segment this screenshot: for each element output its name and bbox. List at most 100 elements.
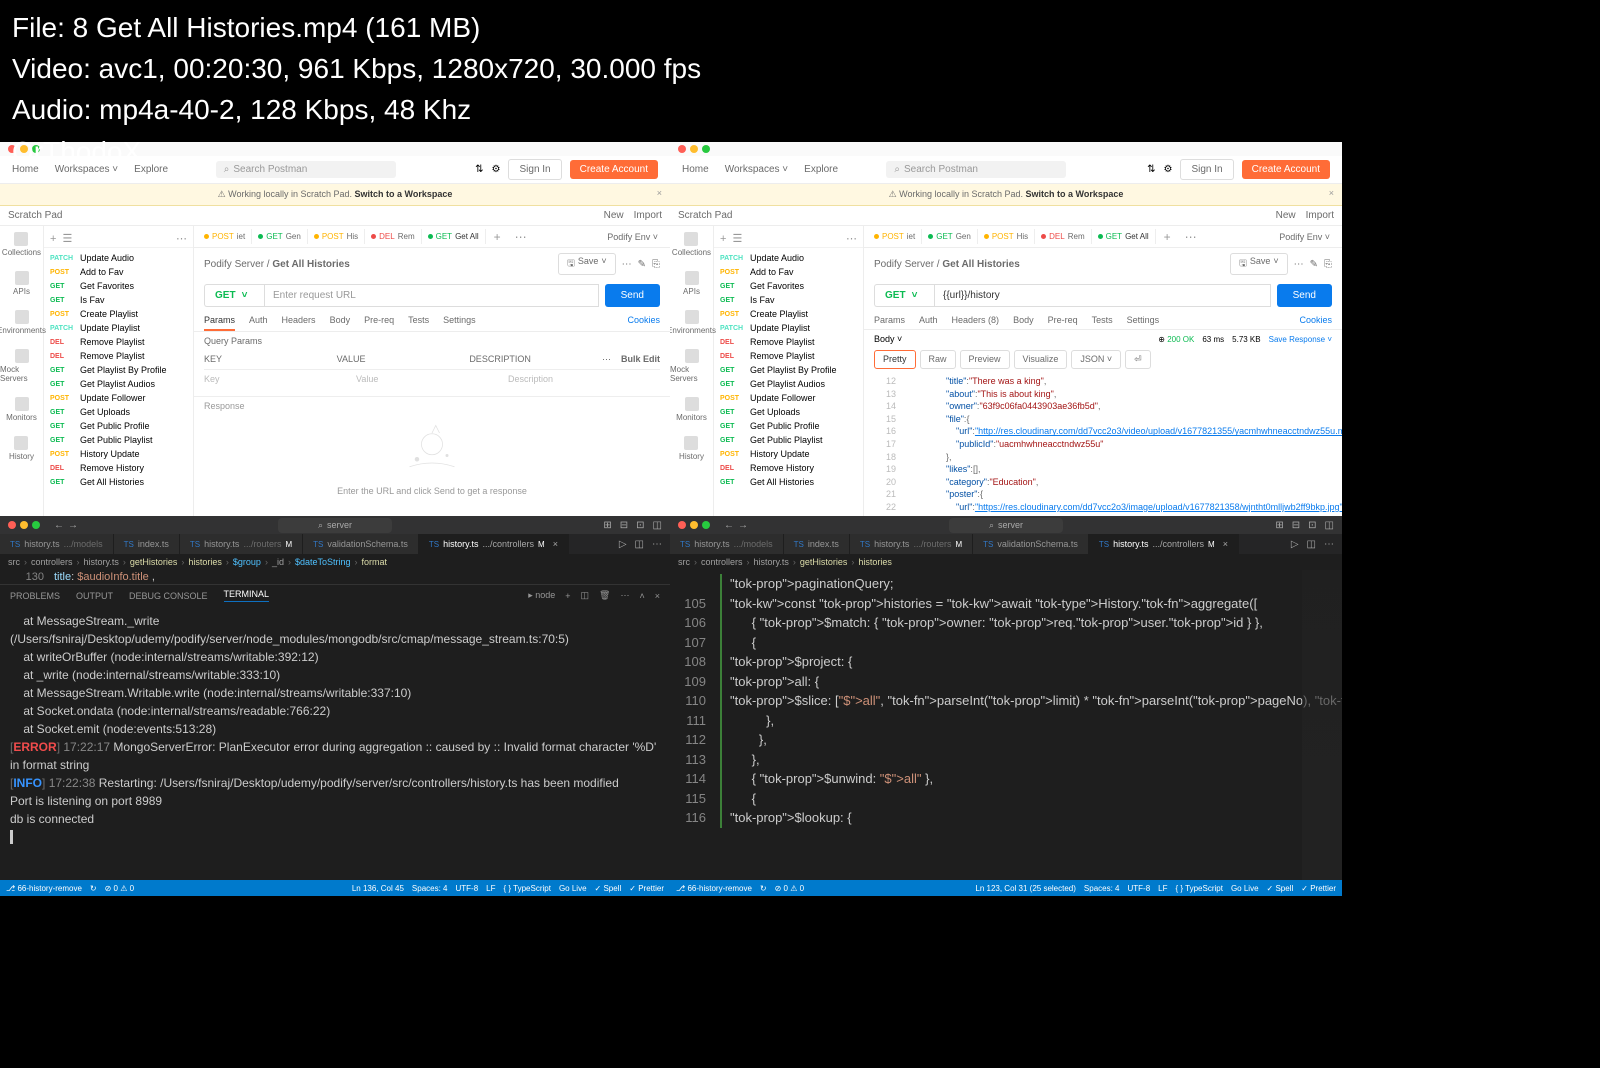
run-icon[interactable]: ▷ bbox=[619, 539, 627, 550]
more-icon[interactable]: ⋯ bbox=[846, 232, 857, 245]
request-tab[interactable]: GET Get All bbox=[422, 229, 486, 244]
comment-icon[interactable]: ✎ bbox=[1310, 259, 1318, 270]
reqtab[interactable]: Headers (8) bbox=[952, 315, 1000, 329]
editor-tab[interactable]: TS index.ts bbox=[114, 534, 180, 554]
more-icon[interactable]: ⋯ bbox=[652, 539, 662, 550]
close-icon[interactable]: × bbox=[655, 591, 660, 601]
code-editor[interactable]: "tok-prop">paginationQuery;105 "tok-kw">… bbox=[670, 570, 1342, 880]
command-center[interactable]: ⌕ server bbox=[949, 518, 1063, 533]
comment-icon[interactable]: ✎ bbox=[638, 259, 646, 270]
signin-button[interactable]: Sign In bbox=[1180, 159, 1233, 180]
editor-tab[interactable]: TS validationSchema.ts bbox=[303, 534, 419, 554]
layout-icon[interactable]: ⊡ bbox=[636, 520, 644, 531]
plus-icon[interactable]: + bbox=[565, 591, 570, 601]
close-icon[interactable] bbox=[8, 521, 16, 529]
request-tab[interactable]: GET Gen bbox=[922, 229, 978, 244]
sidebar-item[interactable]: GETGet Public Playlist bbox=[714, 433, 863, 447]
editor-breadcrumb[interactable]: src › controllers › history.ts › getHist… bbox=[670, 554, 1342, 570]
more-icon[interactable]: ⋯ bbox=[1294, 259, 1304, 270]
sidebar-item[interactable]: GETGet Playlist Audios bbox=[44, 377, 193, 391]
plus-icon[interactable]: + bbox=[50, 233, 56, 245]
tab-terminal[interactable]: TERMINAL bbox=[224, 589, 270, 602]
sidebar-item[interactable]: POSTCreate Playlist bbox=[44, 307, 193, 321]
more-icon[interactable]: ⋯ bbox=[176, 232, 187, 245]
request-tab[interactable]: GET Get All bbox=[1092, 229, 1156, 244]
cookies-link[interactable]: Cookies bbox=[627, 315, 660, 331]
editor-tab[interactable]: TS history.ts .../models bbox=[670, 534, 784, 554]
create-account-button[interactable]: Create Account bbox=[1242, 160, 1330, 179]
leftnav-apis[interactable]: APIs bbox=[13, 271, 30, 296]
sidebar-item[interactable]: GETGet All Histories bbox=[44, 475, 193, 489]
sidebar-item[interactable]: GETIs Fav bbox=[714, 293, 863, 307]
new-button[interactable]: New bbox=[604, 210, 624, 221]
sidebar-item[interactable]: POSTAdd to Fav bbox=[714, 265, 863, 279]
leftnav-environments[interactable]: Environments bbox=[0, 310, 46, 335]
share-icon[interactable]: ⎘ bbox=[652, 259, 660, 270]
layout-icon[interactable]: ⊡ bbox=[1308, 520, 1316, 531]
viewtab-visualize[interactable]: Visualize bbox=[1014, 350, 1068, 369]
notifications-icon[interactable]: ⇅ bbox=[1147, 164, 1155, 175]
tab-more-icon[interactable]: ⋯ bbox=[1179, 230, 1203, 244]
viewtab-raw[interactable]: Raw bbox=[920, 350, 956, 369]
reqtab[interactable]: Settings bbox=[1127, 315, 1160, 329]
trash-icon[interactable]: 🗑 bbox=[599, 590, 610, 601]
sidebar-item[interactable]: GETGet Public Profile bbox=[714, 419, 863, 433]
request-tab[interactable]: GET Gen bbox=[252, 229, 308, 244]
nav-back-icon[interactable]: ← bbox=[54, 520, 64, 531]
run-icon[interactable]: ▷ bbox=[1291, 539, 1299, 550]
sidebar-item[interactable]: GETGet Favorites bbox=[714, 279, 863, 293]
leftnav-mock-servers[interactable]: Mock Servers bbox=[670, 349, 713, 383]
editor-tab[interactable]: TS history.ts .../routers M bbox=[850, 534, 973, 554]
reqtab-body[interactable]: Body bbox=[330, 315, 351, 331]
method-select[interactable]: GET ˅ bbox=[874, 284, 934, 307]
sidebar-item[interactable]: POSTHistory Update bbox=[44, 447, 193, 461]
save-response-button[interactable]: Save Response ˅ bbox=[1269, 335, 1332, 344]
minimize-icon[interactable] bbox=[690, 521, 698, 529]
bulk-edit-button[interactable]: Bulk Edit bbox=[621, 354, 660, 365]
environment-select[interactable]: Podify Env ˅ bbox=[607, 232, 666, 242]
reqtab-params[interactable]: Params bbox=[204, 315, 235, 331]
sidebar-item[interactable]: POSTUpdate Follower bbox=[44, 391, 193, 405]
more-icon[interactable]: ⋯ bbox=[1324, 539, 1334, 550]
wrap-icon[interactable]: ⏎ bbox=[1125, 350, 1151, 369]
split-icon[interactable]: ◫ bbox=[1307, 539, 1316, 550]
sidebar-item[interactable]: PATCHUpdate Audio bbox=[714, 251, 863, 265]
sidebar-item[interactable]: PATCHUpdate Playlist bbox=[714, 321, 863, 335]
reqtab-tests[interactable]: Tests bbox=[408, 315, 429, 331]
reqtab-auth[interactable]: Auth bbox=[249, 315, 268, 331]
sidebar-item[interactable]: GETGet All Histories bbox=[714, 475, 863, 489]
close-icon[interactable]: × bbox=[657, 188, 662, 198]
tab-debug-console[interactable]: DEBUG CONSOLE bbox=[129, 591, 208, 601]
search-input[interactable]: ⌕ Search Postman bbox=[886, 161, 1066, 178]
url-input[interactable]: {{url}}/history bbox=[934, 284, 1271, 307]
close-icon[interactable] bbox=[678, 521, 686, 529]
request-tab[interactable]: POST His bbox=[978, 229, 1035, 244]
sidebar-item[interactable]: POSTUpdate Follower bbox=[714, 391, 863, 405]
sync-icon[interactable]: ↻ bbox=[90, 884, 97, 893]
layout-icon[interactable]: ◫ bbox=[1325, 520, 1334, 531]
method-select[interactable]: GET ˅ bbox=[204, 284, 264, 307]
minimize-icon[interactable] bbox=[20, 521, 28, 529]
leftnav-monitors[interactable]: Monitors bbox=[6, 397, 37, 422]
new-tab-button[interactable]: + bbox=[1158, 230, 1177, 244]
leftnav-collections[interactable]: Collections bbox=[2, 232, 41, 257]
sidebar-item[interactable]: GETGet Playlist Audios bbox=[714, 377, 863, 391]
share-icon[interactable]: ⎘ bbox=[1324, 259, 1332, 270]
send-button[interactable]: Send bbox=[605, 284, 660, 307]
url-input[interactable]: Enter request URL bbox=[264, 284, 599, 307]
sidebar-item[interactable]: GETGet Playlist By Profile bbox=[714, 363, 863, 377]
tab-problems[interactable]: PROBLEMS bbox=[10, 591, 60, 601]
editor-tab[interactable]: TS index.ts bbox=[784, 534, 850, 554]
more-icon[interactable]: ⋯ bbox=[602, 354, 611, 365]
split-icon[interactable]: ◫ bbox=[581, 590, 590, 601]
request-tab[interactable]: DEL Rem bbox=[365, 229, 421, 244]
sidebar-item[interactable]: GETGet Public Playlist bbox=[44, 433, 193, 447]
tab-more-icon[interactable]: ⋯ bbox=[509, 230, 533, 244]
editor-tab[interactable]: TS history.ts .../routers M bbox=[180, 534, 303, 554]
save-button[interactable]: 🖫 Save ˅ bbox=[558, 253, 615, 275]
request-tab[interactable]: POST iet bbox=[198, 229, 252, 244]
reqtab-headers[interactable]: Headers bbox=[282, 315, 316, 331]
leftnav-history[interactable]: History bbox=[9, 436, 34, 461]
chevron-up-icon[interactable]: ˄ bbox=[639, 591, 644, 601]
request-tab[interactable]: DEL Rem bbox=[1035, 229, 1091, 244]
